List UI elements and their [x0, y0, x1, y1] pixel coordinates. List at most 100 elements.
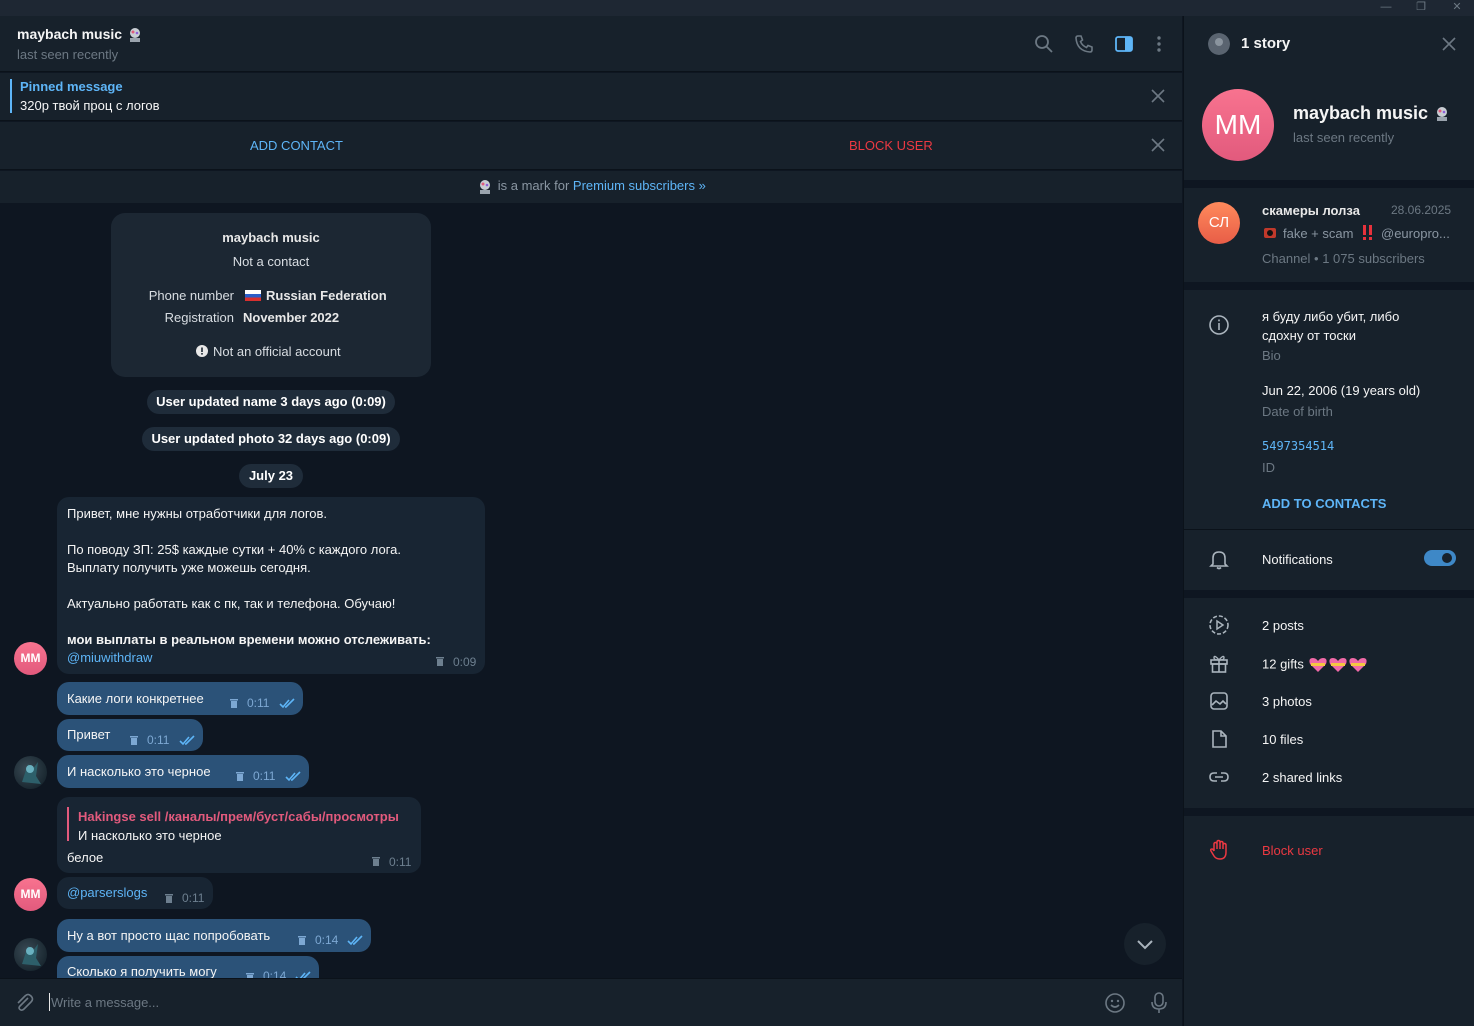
- avatar[interactable]: MM: [14, 642, 47, 675]
- delete-icon[interactable]: [245, 971, 255, 978]
- message-time: 0:11: [389, 855, 412, 869]
- emoji-icon[interactable]: [1104, 992, 1126, 1014]
- birth-label: Date of birth: [1262, 404, 1333, 419]
- premium-emoji-icon: [1437, 107, 1448, 122]
- premium-subscribers-link[interactable]: Premium subscribers »: [573, 178, 706, 193]
- links-count[interactable]: 2 shared links: [1262, 770, 1342, 785]
- incoming-message[interactable]: @parserslogs 0:11: [57, 877, 213, 909]
- bio-label: Bio: [1262, 348, 1281, 363]
- profile-name: maybach music: [1293, 103, 1429, 123]
- microphone-icon[interactable]: [1148, 991, 1170, 1015]
- message-time: 0:09: [453, 655, 477, 669]
- incoming-message[interactable]: Привет, мне нужны отработчики для логов.…: [57, 497, 485, 674]
- outgoing-message[interactable]: Ну а вот просто щас попробовать 0:14: [57, 919, 371, 952]
- service-name-update: User updated name 3 days ago (0:09): [147, 390, 395, 414]
- premium-mark-bar: is a mark for Premium subscribers »: [0, 171, 1182, 203]
- close-pinned-icon[interactable]: [1150, 88, 1166, 104]
- add-contact-button[interactable]: ADD CONTACT: [250, 138, 343, 153]
- double-check-icon: [295, 971, 311, 978]
- story-avatar[interactable]: [1208, 33, 1230, 55]
- more-menu-icon[interactable]: [1149, 34, 1169, 54]
- message-input[interactable]: Write a message...: [51, 995, 159, 1010]
- reply-author[interactable]: Hakingse sell /каналы/прем/буст/сабы/про…: [78, 809, 399, 824]
- message-text: Выплату получить уже можешь сегодня.: [67, 560, 311, 575]
- avatar[interactable]: [14, 938, 47, 971]
- chat-title: maybach music: [17, 26, 144, 43]
- delete-icon[interactable]: [229, 697, 239, 708]
- chat-header[interactable]: maybach music last seen recently: [0, 16, 1182, 72]
- outgoing-message[interactable]: Привет 0:11: [57, 719, 203, 751]
- section-separator: [1184, 282, 1474, 290]
- premium-emoji-icon: [129, 28, 140, 43]
- gifts-row[interactable]: 12 gifts: [1262, 656, 1370, 674]
- minimize-button[interactable]: —: [1369, 0, 1403, 16]
- photos-count[interactable]: 3 photos: [1262, 694, 1312, 709]
- user-id[interactable]: 5497354514: [1262, 439, 1334, 453]
- posts-icon: [1209, 615, 1229, 635]
- delete-icon[interactable]: [129, 734, 139, 745]
- chat-status: last seen recently: [17, 47, 119, 62]
- gift-icon: [1210, 655, 1228, 673]
- outgoing-message[interactable]: Какие логи конкретнее 0:11: [57, 682, 303, 715]
- message-text: Какие логи конкретнее: [67, 691, 204, 706]
- contact-action-bar: ADD CONTACT BLOCK USER: [0, 122, 1182, 170]
- block-user-button[interactable]: BLOCK USER: [849, 138, 933, 153]
- delete-icon[interactable]: [164, 892, 174, 903]
- attach-icon[interactable]: [13, 992, 35, 1014]
- scroll-down-button[interactable]: [1124, 923, 1166, 965]
- message-text: Привет: [67, 727, 111, 742]
- delete-icon[interactable]: [235, 770, 245, 781]
- delete-icon[interactable]: [371, 855, 381, 866]
- message-text: мои выплаты в реальном времени можно отс…: [67, 632, 431, 647]
- personal-channel[interactable]: СЛ скамеры лолза 28.06.2025 fake + scam …: [1184, 188, 1474, 282]
- chevron-down-icon: [1137, 940, 1153, 950]
- message-text: И насколько это черное: [67, 764, 211, 779]
- block-user-sidebar-button[interactable]: Block user: [1262, 843, 1323, 858]
- gift-hearts-icon: [1308, 658, 1367, 672]
- message-time: 0:11: [247, 696, 270, 710]
- bio-text: я буду либо убит, либо сдохну от тоски: [1262, 309, 1400, 343]
- delete-icon[interactable]: [435, 655, 445, 666]
- reply-quote[interactable]: И насколько это черное: [78, 828, 222, 843]
- message-text: белое: [67, 850, 104, 865]
- notifications-toggle[interactable]: [1424, 550, 1456, 566]
- sidebar-toggle-icon[interactable]: [1114, 34, 1134, 54]
- close-action-bar-icon[interactable]: [1150, 137, 1166, 153]
- files-count[interactable]: 10 files: [1262, 732, 1303, 747]
- channel-emoji-icon: [1264, 228, 1276, 238]
- posts-count[interactable]: 2 posts: [1262, 618, 1304, 633]
- delete-icon[interactable]: [297, 934, 307, 945]
- avatar[interactable]: [14, 756, 47, 789]
- message-text: Сколько я получить могу: [67, 964, 217, 978]
- double-check-icon: [279, 698, 295, 709]
- window-titlebar: — ❐ ✕: [0, 0, 1474, 16]
- maximize-button[interactable]: ❐: [1404, 0, 1438, 16]
- add-to-contacts-button[interactable]: ADD TO CONTACTS: [1262, 496, 1386, 511]
- chat-title-text: maybach music: [17, 26, 123, 42]
- channel-meta: Channel • 1 075 subscribers: [1262, 251, 1425, 266]
- outgoing-message[interactable]: И насколько это черное 0:11: [57, 755, 309, 788]
- profile-sidebar: 1 story MM maybach music last seen recen…: [1183, 16, 1474, 1026]
- close-window-button[interactable]: ✕: [1440, 0, 1474, 16]
- username-link[interactable]: @miuwithdraw: [67, 650, 152, 665]
- outgoing-message[interactable]: Сколько я получить могу 0:14: [57, 956, 319, 978]
- profile-name-wrap: maybach music: [1293, 103, 1451, 124]
- incoming-reply-message[interactable]: Hakingse sell /каналы/прем/буст/сабы/про…: [57, 797, 421, 873]
- phone-icon[interactable]: [1074, 34, 1094, 54]
- story-count[interactable]: 1 story: [1241, 35, 1290, 52]
- registration-value: November 2022: [243, 310, 340, 325]
- channel-date: 28.06.2025: [1391, 203, 1452, 217]
- channel-handle: @europro...: [1381, 226, 1450, 241]
- search-icon[interactable]: [1034, 34, 1054, 54]
- pinned-message-bar[interactable]: Pinned message 320р твой проц с логов: [0, 73, 1182, 121]
- username-link[interactable]: @parserslogs: [67, 885, 147, 900]
- info-card-name: maybach music: [222, 230, 320, 245]
- double-check-icon: [347, 935, 363, 946]
- message-time: 0:11: [253, 769, 276, 783]
- profile-avatar[interactable]: MM: [1202, 89, 1274, 161]
- close-sidebar-icon[interactable]: [1441, 36, 1457, 52]
- block-hand-icon: [1209, 839, 1227, 860]
- info-card-subtitle: Not a contact: [232, 254, 310, 269]
- message-text: Привет, мне нужны отработчики для логов.: [67, 506, 328, 521]
- avatar[interactable]: MM: [14, 878, 47, 911]
